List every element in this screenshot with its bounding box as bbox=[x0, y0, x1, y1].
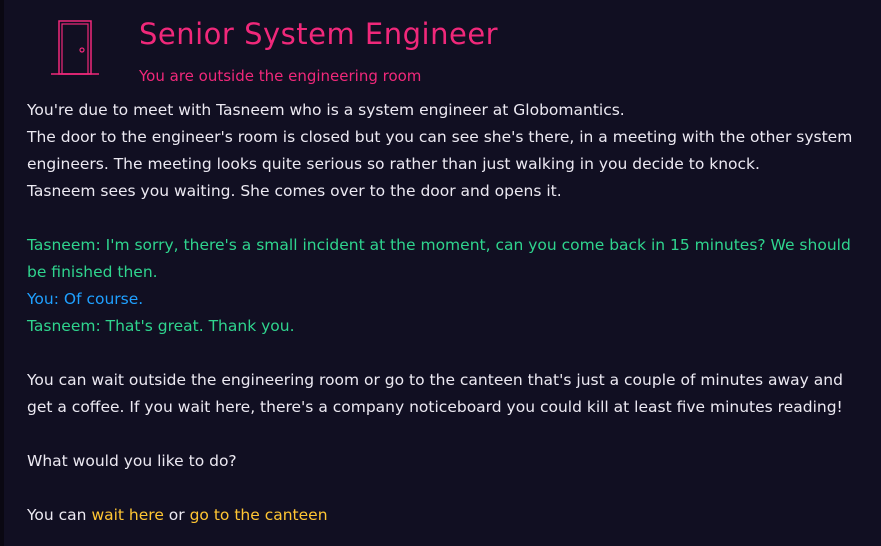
narration-line: The door to the engineer's room is close… bbox=[27, 128, 853, 173]
narration-line: You're due to meet with Tasneem who is a… bbox=[27, 101, 625, 119]
dialogue-line-tasneem: Tasneem: That's great. Thank you. bbox=[27, 317, 295, 335]
question-prompt: What would you like to do? bbox=[27, 452, 237, 470]
choice-wait-here-link[interactable]: wait here bbox=[91, 506, 163, 524]
choice-go-to-canteen-link[interactable]: go to the canteen bbox=[190, 506, 328, 524]
dialogue-line-tasneem: Tasneem: I'm sorry, there's a small inci… bbox=[27, 236, 851, 281]
choices-separator: or bbox=[168, 506, 185, 524]
options-description: You can wait outside the engineering roo… bbox=[27, 371, 843, 416]
choices-line: You can wait here or go to the canteen bbox=[27, 502, 857, 529]
scene-header: Senior System Engineer You are outside t… bbox=[4, 0, 881, 96]
choices-prefix: You can bbox=[27, 506, 87, 524]
scene-subtitle: You are outside the engineering room bbox=[139, 67, 422, 85]
door-icon bbox=[51, 20, 99, 75]
scene-title: Senior System Engineer bbox=[139, 17, 499, 51]
narration-line: Tasneem sees you waiting. She comes over… bbox=[27, 182, 562, 200]
story-panel: Senior System Engineer You are outside t… bbox=[0, 0, 881, 546]
story-text: You're due to meet with Tasneem who is a… bbox=[27, 97, 857, 529]
dialogue-line-you: You: Of course. bbox=[27, 290, 144, 308]
